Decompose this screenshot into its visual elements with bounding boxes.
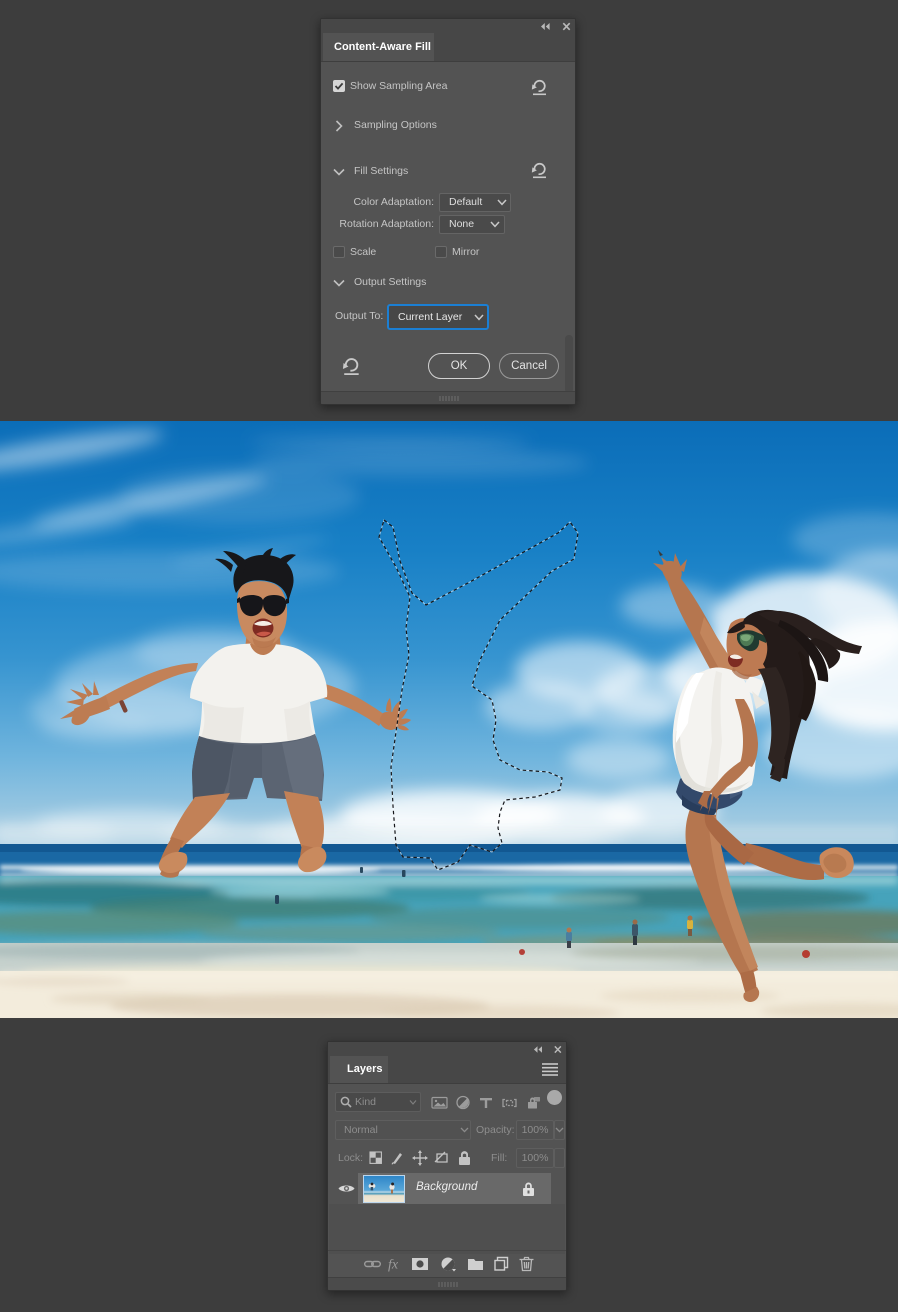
svg-text:fx: fx bbox=[388, 1258, 399, 1273]
